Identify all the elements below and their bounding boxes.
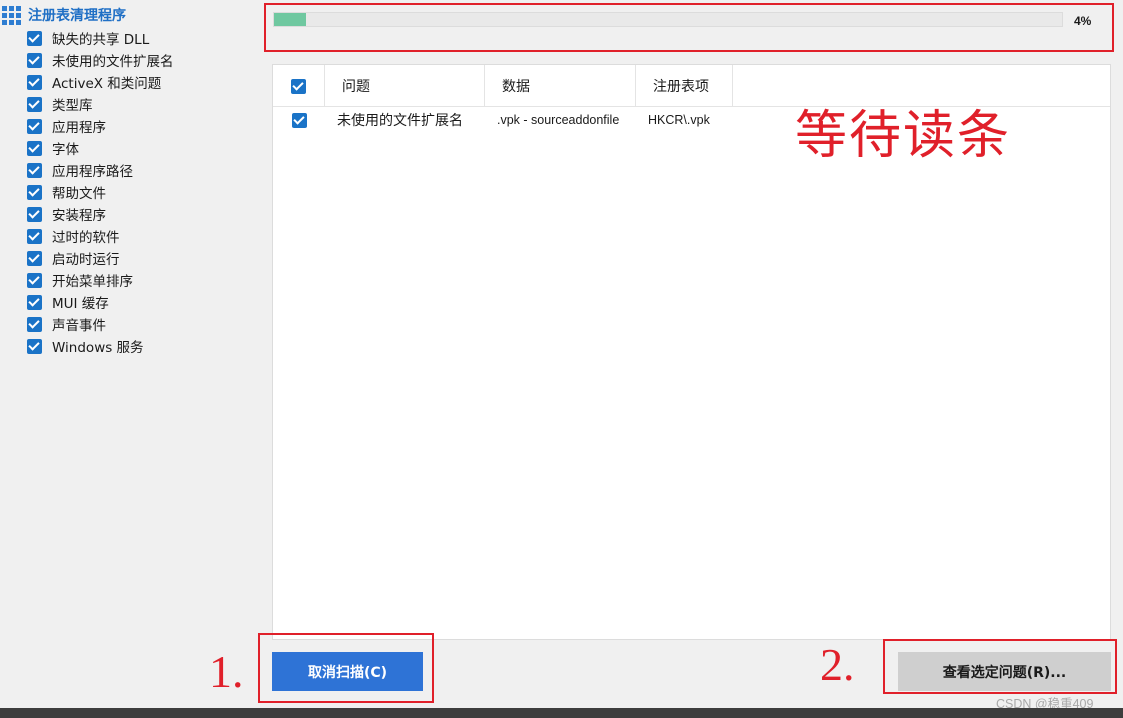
annotation-step-1: 1. — [209, 646, 244, 697]
cancel-scan-button[interactable]: 取消扫描(C) — [272, 652, 423, 691]
column-header-registry-key[interactable]: 注册表项 — [636, 65, 733, 107]
progress-percent: 4% — [1074, 14, 1092, 28]
row-issue: 未使用的文件扩展名 — [337, 113, 463, 129]
sidebar-check-label: 安装程序 — [52, 208, 106, 224]
row-data: .vpk - sourceaddonfile — [497, 113, 620, 127]
checkbox[interactable] — [27, 118, 42, 134]
sidebar: 注册表清理程序 缺失的共享 DLL 未使用的文件扩展名 ActiveX 和类问题 类型… — [0, 0, 262, 708]
checkbox[interactable] — [27, 272, 42, 288]
checkbox[interactable] — [27, 52, 42, 68]
checkbox[interactable] — [27, 74, 42, 90]
sidebar-check-item[interactable]: 缺失的共享 DLL — [27, 27, 174, 49]
sidebar-checklist: 缺失的共享 DLL 未使用的文件扩展名 ActiveX 和类问题 类型库应用程序字体应… — [27, 27, 174, 357]
checkbox[interactable] — [27, 250, 42, 266]
checkbox[interactable] — [27, 140, 42, 156]
sidebar-check-label: 应用程序路径 — [52, 164, 133, 180]
sidebar-check-label: 过时的软件 — [52, 230, 120, 246]
grid-icon — [2, 5, 21, 25]
sidebar-check-label: 开始菜单排序 — [52, 274, 133, 290]
sidebar-check-item[interactable]: 开始菜单排序 — [27, 269, 174, 291]
sidebar-check-item[interactable]: 未使用的文件扩展名 — [27, 49, 174, 71]
column-header-issue[interactable]: 问题 — [325, 65, 485, 107]
sidebar-check-item[interactable]: 安装程序 — [27, 203, 174, 225]
sidebar-check-label: 字体 — [52, 142, 79, 158]
sidebar-check-label: 应用程序 — [52, 120, 106, 136]
checkbox[interactable] — [27, 96, 42, 112]
annotation-waiting: 等待读条 — [795, 106, 1012, 166]
row-registry-key: HKCR\.vpk — [648, 113, 710, 127]
sidebar-check-label: Windows 服务 — [52, 340, 144, 356]
sidebar-check-label: 类型库 — [52, 98, 93, 114]
checkbox[interactable] — [27, 294, 42, 310]
sidebar-check-item[interactable]: 应用程序路径 — [27, 159, 174, 181]
checkbox[interactable] — [27, 316, 42, 332]
tree-root-registry-cleaner[interactable]: 注册表清理程序 — [2, 5, 126, 25]
checkbox[interactable] — [27, 30, 42, 46]
sidebar-check-label: 声音事件 — [52, 318, 106, 334]
sidebar-check-item[interactable]: ActiveX 和类问题 — [27, 71, 174, 93]
checkbox[interactable] — [27, 228, 42, 244]
sidebar-check-label: MUI 缓存 — [52, 296, 109, 312]
select-all-checkbox[interactable] — [291, 78, 306, 94]
column-header-data[interactable]: 数据 — [485, 65, 636, 107]
tree-root-label: 注册表清理程序 — [28, 8, 126, 24]
checkbox[interactable] — [27, 184, 42, 200]
sidebar-check-item[interactable]: 类型库 — [27, 93, 174, 115]
sidebar-check-item[interactable]: 声音事件 — [27, 313, 174, 335]
row-checkbox-cell — [273, 107, 325, 133]
sidebar-check-label: ActiveX 和类问题 — [52, 76, 162, 92]
checkbox[interactable] — [27, 338, 42, 354]
sidebar-check-item[interactable]: 字体 — [27, 137, 174, 159]
scan-progress-fill — [274, 13, 306, 26]
sidebar-check-item[interactable]: 过时的软件 — [27, 225, 174, 247]
sidebar-check-item[interactable]: 应用程序 — [27, 115, 174, 137]
sidebar-check-label: 未使用的文件扩展名 — [52, 54, 174, 70]
review-selected-issues-button[interactable]: 查看选定问题(R)... — [898, 652, 1111, 691]
sidebar-check-item[interactable]: 帮助文件 — [27, 181, 174, 203]
select-all-cell — [273, 65, 325, 107]
annotation-step-2: 2. — [820, 639, 855, 690]
sidebar-check-item[interactable]: 启动时运行 — [27, 247, 174, 269]
scan-progress-bar — [273, 12, 1063, 27]
row-checkbox[interactable] — [291, 112, 307, 128]
sidebar-check-item[interactable]: MUI 缓存 — [27, 291, 174, 313]
checkbox[interactable] — [27, 162, 42, 178]
sidebar-check-label: 帮助文件 — [52, 186, 106, 202]
bottom-bar — [0, 708, 1123, 718]
sidebar-check-item[interactable]: Windows 服务 — [27, 335, 174, 357]
checkbox[interactable] — [27, 206, 42, 222]
progress-highlight-box: 4% — [264, 3, 1114, 52]
sidebar-check-label: 缺失的共享 DLL — [52, 32, 150, 48]
sidebar-check-label: 启动时运行 — [52, 252, 120, 268]
